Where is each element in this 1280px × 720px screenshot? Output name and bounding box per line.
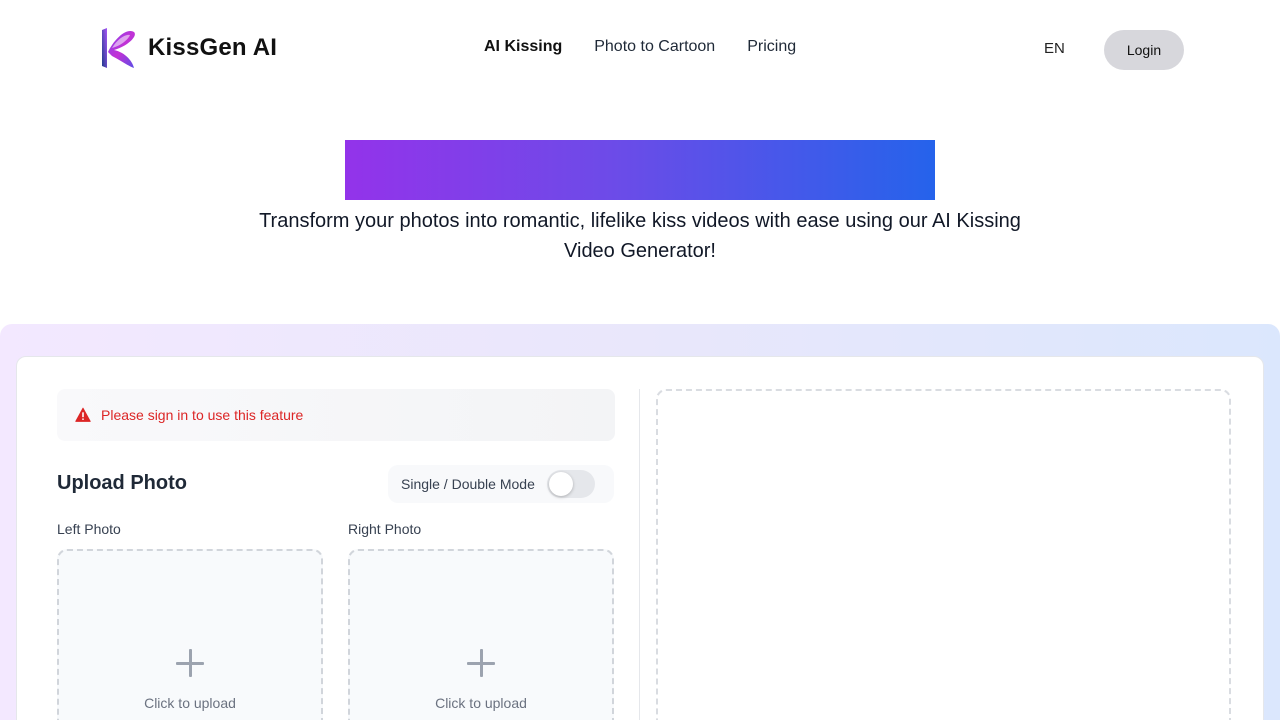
mode-label: Single / Double Mode [401,476,535,492]
upload-photo-heading: Upload Photo [57,472,187,494]
toggle-knob [549,472,573,496]
mode-switch-container: Single / Double Mode [388,465,614,503]
nav-item-ai-kissing[interactable]: AI Kissing [484,38,562,56]
warning-triangle-icon [75,407,91,422]
site-header: KissGen AI AI Kissing Photo to Cartoon P… [0,0,1280,96]
plus-icon [176,649,204,677]
left-photo-dropzone[interactable]: Click to upload [57,549,323,720]
language-selector[interactable]: EN [1044,40,1065,57]
hero-title-banner [345,140,935,200]
right-photo-dropzone[interactable]: Click to upload [348,549,614,720]
kissgen-logo-icon [102,28,135,68]
brand-name: KissGen AI [148,34,278,61]
right-photo-label: Right Photo [348,521,422,537]
hero-subtitle: Transform your photos into romantic, lif… [259,210,1021,262]
nav-item-photo-to-cartoon[interactable]: Photo to Cartoon [594,38,715,56]
right-upload-cta: Click to upload [435,695,527,711]
brand-logo-link[interactable]: KissGen AI [98,26,277,70]
nav-item-pricing[interactable]: Pricing [747,38,796,56]
left-photo-label: Left Photo [57,521,121,537]
sign-in-alert: Please sign in to use this feature [57,389,615,441]
panel-divider [639,389,640,720]
main-nav: AI Kissing Photo to Cartoon Pricing [484,38,796,56]
alert-message: Please sign in to use this feature [101,407,304,423]
single-double-mode-toggle[interactable] [547,470,595,498]
left-upload-cta: Click to upload [144,695,236,711]
plus-icon [467,649,495,677]
login-button[interactable]: Login [1104,30,1184,70]
video-preview-area [656,389,1231,720]
